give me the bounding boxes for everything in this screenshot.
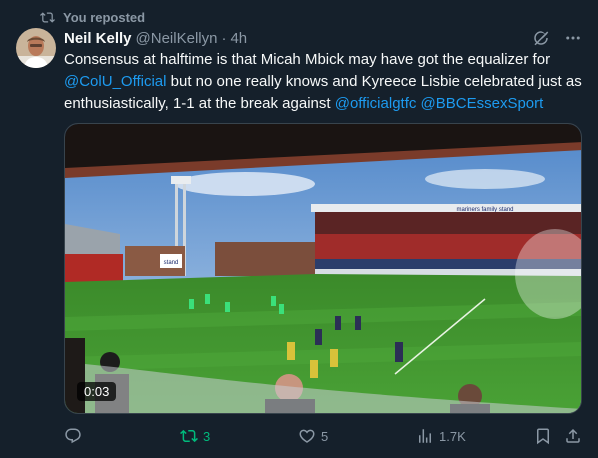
views-icon xyxy=(419,429,431,443)
avatar[interactable] xyxy=(16,28,56,68)
action-bar: 3 5 1.7K xyxy=(60,424,590,448)
author-handle[interactable]: @NeilKellyn xyxy=(136,30,218,47)
share-button[interactable] xyxy=(564,424,582,448)
bookmark-button[interactable] xyxy=(534,424,552,448)
reply-icon xyxy=(65,428,81,444)
repost-button[interactable]: 3 xyxy=(180,424,210,448)
repost-count: 3 xyxy=(203,428,211,444)
video-duration: 0:03 xyxy=(77,382,117,401)
grok-icon xyxy=(534,31,549,46)
mention-link[interactable]: @ColU_Official xyxy=(64,73,166,90)
timestamp[interactable]: 4h xyxy=(230,30,247,47)
share-icon xyxy=(566,428,580,443)
heart-icon xyxy=(299,429,315,443)
mention-link[interactable]: @officialgtfc xyxy=(335,95,417,112)
repost-banner-text: You reposted xyxy=(63,9,146,25)
video-player[interactable]: stand mariners family stand 0:03 xyxy=(64,123,582,414)
mention-link[interactable]: @BBCEssexSport xyxy=(421,95,544,112)
like-count: 5 xyxy=(321,428,329,444)
repost-icon xyxy=(40,11,55,23)
repost-icon xyxy=(180,429,198,443)
video-frame: stand mariners family stand xyxy=(65,124,581,413)
reply-button[interactable] xyxy=(64,424,87,448)
views-count: 1.7K xyxy=(439,428,466,444)
separator-dot: · xyxy=(221,29,227,47)
stand-sign-left: stand xyxy=(164,260,179,266)
tweet-header: Neil Kelly @NeilKellyn · 4h xyxy=(64,28,582,48)
more-icon xyxy=(566,36,580,40)
grok-button[interactable] xyxy=(532,29,550,47)
more-options-button[interactable] xyxy=(564,29,582,47)
like-button[interactable]: 5 xyxy=(298,424,328,448)
author-name[interactable]: Neil Kelly xyxy=(64,30,132,47)
tweet-text: Consensus at halftime is that Micah Mbic… xyxy=(64,49,582,115)
repost-banner: You reposted xyxy=(40,8,145,26)
views-button[interactable]: 1.7K xyxy=(416,424,466,448)
bookmark-icon xyxy=(537,428,549,445)
tweet-text-segment: Consensus at halftime is that Micah Mbic… xyxy=(64,51,551,68)
